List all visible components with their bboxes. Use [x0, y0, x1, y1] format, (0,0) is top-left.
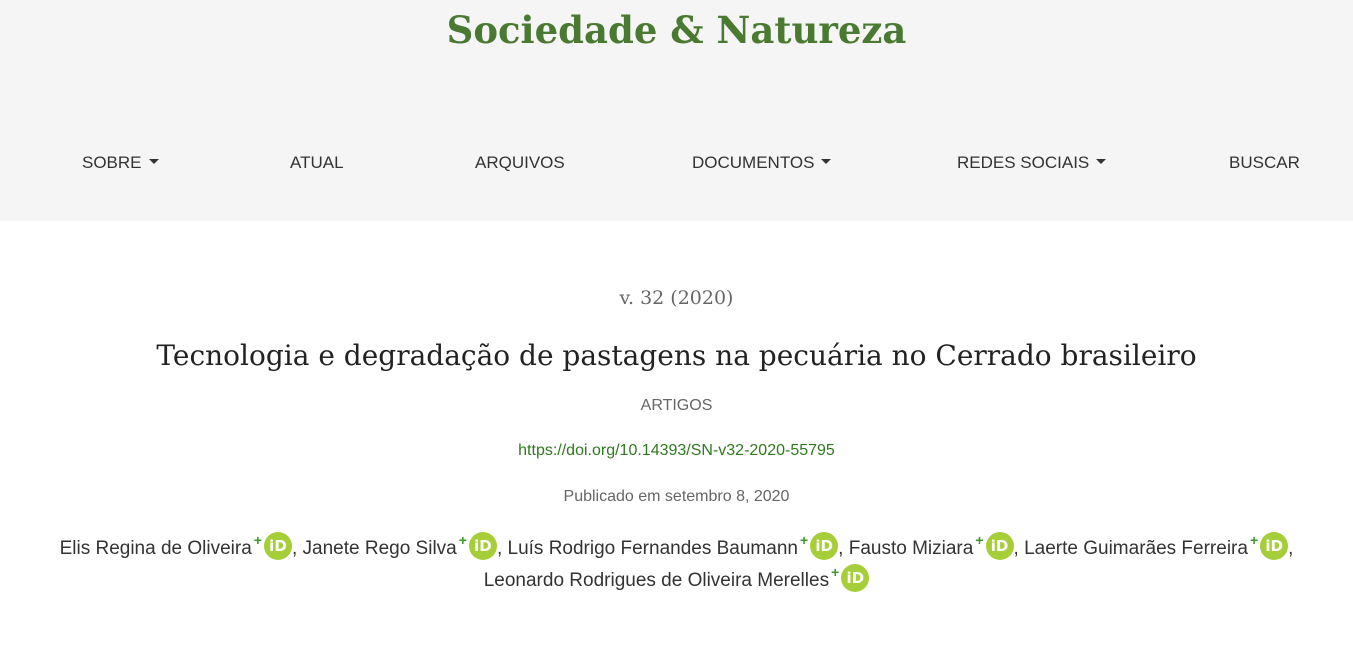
- nav-item-arquivos[interactable]: ARQUIVOS: [475, 153, 565, 173]
- orcid-icon[interactable]: iD: [263, 531, 292, 560]
- section-label: ARTIGOS: [640, 397, 713, 414]
- orcid-icon[interactable]: iD: [985, 531, 1014, 560]
- nav-item-label: ATUAL: [290, 153, 344, 172]
- author-name: Janete Rego Silva: [302, 538, 457, 559]
- main-nav: SOBRE ATUAL ARQUIVOS DOCUMENTOS REDES SO…: [0, 153, 1353, 177]
- nav-item-label: ARQUIVOS: [475, 153, 565, 172]
- expand-author-icon[interactable]: +: [831, 564, 839, 580]
- orcid-icon[interactable]: iD: [810, 531, 839, 560]
- nav-item-label: BUSCAR: [1229, 153, 1300, 172]
- nav-item-buscar[interactable]: BUSCAR: [1229, 153, 1300, 173]
- nav-item-redes-sociais[interactable]: REDES SOCIAIS: [957, 153, 1107, 173]
- author-name: Laerte Guimarães Ferreira: [1024, 538, 1248, 559]
- nav-item-atual[interactable]: ATUAL: [290, 153, 344, 173]
- expand-author-icon[interactable]: +: [459, 532, 467, 548]
- expand-author-icon[interactable]: +: [254, 532, 262, 548]
- expand-author-icon[interactable]: +: [975, 532, 983, 548]
- doi-link[interactable]: https://doi.org/10.14393/SN-v32-2020-557…: [518, 442, 835, 459]
- author: Elis Regina de Oliveira + iD: [59, 531, 292, 560]
- author: Leonardo Rodrigues de Oliveira Merelles +…: [483, 563, 870, 592]
- doi-row: https://doi.org/10.14393/SN-v32-2020-557…: [0, 442, 1353, 460]
- author-list: Elis Regina de Oliveira + iD, Janete Rego …: [59, 531, 1294, 592]
- author-name: Fausto Miziara: [848, 538, 974, 559]
- caret-down-icon: [148, 159, 159, 165]
- caret-down-icon: [1096, 159, 1107, 165]
- issue-link[interactable]: v. 32 (2020): [0, 287, 1353, 309]
- caret-down-icon: [821, 159, 832, 165]
- expand-author-icon[interactable]: +: [1250, 532, 1258, 548]
- nav-item-label: REDES SOCIAIS: [957, 153, 1090, 172]
- article-title: Tecnologia e degradação de pastagens na …: [156, 339, 1197, 372]
- author: Fausto Miziara + iD: [848, 531, 1014, 560]
- site-header: Sociedade & Natureza SOBRE ATUAL ARQUIVO…: [0, 0, 1353, 221]
- site-logo[interactable]: Sociedade & Natureza: [0, 8, 1353, 52]
- nav-item-sobre[interactable]: SOBRE: [82, 153, 159, 173]
- published-date: Publicado em setembro 8, 2020: [563, 488, 790, 505]
- expand-author-icon[interactable]: +: [800, 532, 808, 548]
- orcid-icon[interactable]: iD: [468, 531, 497, 560]
- author: Laerte Guimarães Ferreira + iD: [1024, 531, 1289, 560]
- nav-item-documentos[interactable]: DOCUMENTOS: [692, 153, 832, 173]
- author-name: Elis Regina de Oliveira: [59, 538, 252, 559]
- nav-item-label: DOCUMENTOS: [692, 153, 815, 172]
- nav-item-label: SOBRE: [82, 153, 142, 172]
- orcid-icon[interactable]: iD: [1260, 531, 1289, 560]
- orcid-icon[interactable]: iD: [841, 563, 870, 592]
- author: Luís Rodrigo Fernandes Baumann + iD: [507, 531, 839, 560]
- author: Janete Rego Silva + iD: [302, 531, 497, 560]
- author-name: Leonardo Rodrigues de Oliveira Merelles: [483, 570, 830, 591]
- author-name: Luís Rodrigo Fernandes Baumann: [507, 538, 798, 559]
